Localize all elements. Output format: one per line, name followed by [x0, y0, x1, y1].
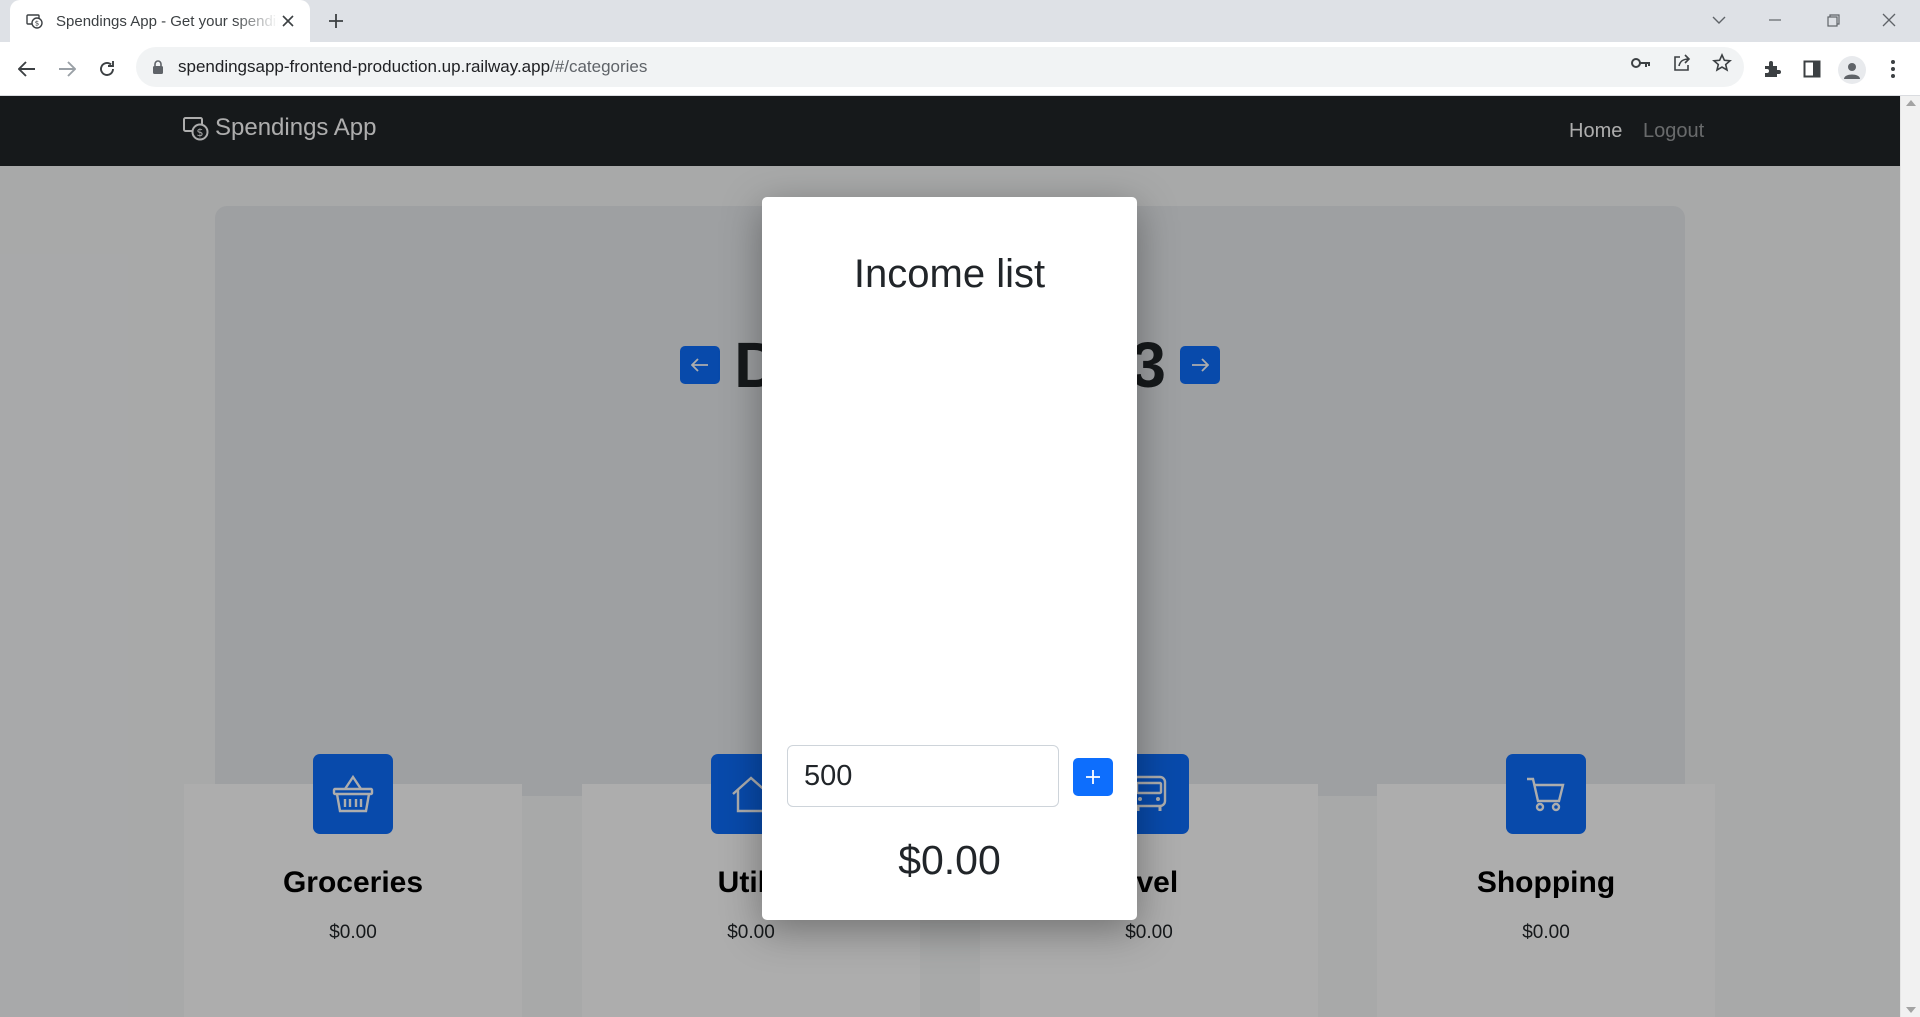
scroll-up-icon[interactable] — [1906, 100, 1916, 106]
browser-tab-strip: $ Spendings App - Get your spendings und… — [0, 0, 1920, 42]
forward-icon[interactable] — [52, 54, 82, 84]
lock-icon — [153, 60, 163, 74]
share-icon[interactable] — [1671, 52, 1693, 74]
modal-title: Income list — [853, 252, 1046, 296]
browser-toolbar: spendingsapp-frontend-production.up.rail… — [0, 42, 1920, 96]
extensions-icon[interactable] — [1757, 54, 1787, 84]
tab-search-icon[interactable] — [1696, 6, 1742, 34]
bookmark-star-icon[interactable] — [1711, 52, 1733, 74]
address-bar[interactable]: spendingsapp-frontend-production.up.rail… — [136, 47, 1744, 87]
url-text: spendingsapp-frontend-production.up.rail… — [178, 57, 647, 77]
key-icon[interactable] — [1630, 52, 1652, 74]
new-tab-button[interactable] — [322, 9, 350, 33]
close-window-icon[interactable] — [1866, 6, 1912, 34]
profile-avatar[interactable] — [1838, 56, 1866, 84]
scroll-down-icon[interactable] — [1906, 1007, 1916, 1013]
url-path: /#/categories — [550, 57, 648, 76]
browser-tab[interactable]: $ Spendings App - Get your spendings und… — [10, 0, 310, 42]
svg-text:$: $ — [35, 20, 39, 28]
reload-icon[interactable] — [92, 54, 122, 84]
side-panel-icon[interactable] — [1797, 54, 1827, 84]
url-host: spendingsapp-frontend-production.up.rail… — [178, 57, 551, 76]
income-list-modal: Income list $0.00 — [762, 197, 1137, 920]
income-amount-input[interactable] — [787, 745, 1059, 807]
more-menu-icon[interactable] — [1878, 54, 1908, 84]
back-icon[interactable] — [12, 54, 42, 84]
add-income-button[interactable] — [1073, 758, 1113, 796]
money-icon: $ — [26, 14, 43, 29]
tab-title: Spendings App - Get your spendings under… — [56, 12, 278, 30]
income-total: $0.00 — [898, 837, 1001, 883]
restore-icon[interactable] — [1810, 6, 1856, 34]
plus-icon — [1086, 770, 1100, 784]
minimize-icon[interactable] — [1752, 6, 1798, 34]
page-scrollbar[interactable] — [1900, 96, 1920, 1017]
close-tab-icon[interactable] — [278, 11, 298, 31]
